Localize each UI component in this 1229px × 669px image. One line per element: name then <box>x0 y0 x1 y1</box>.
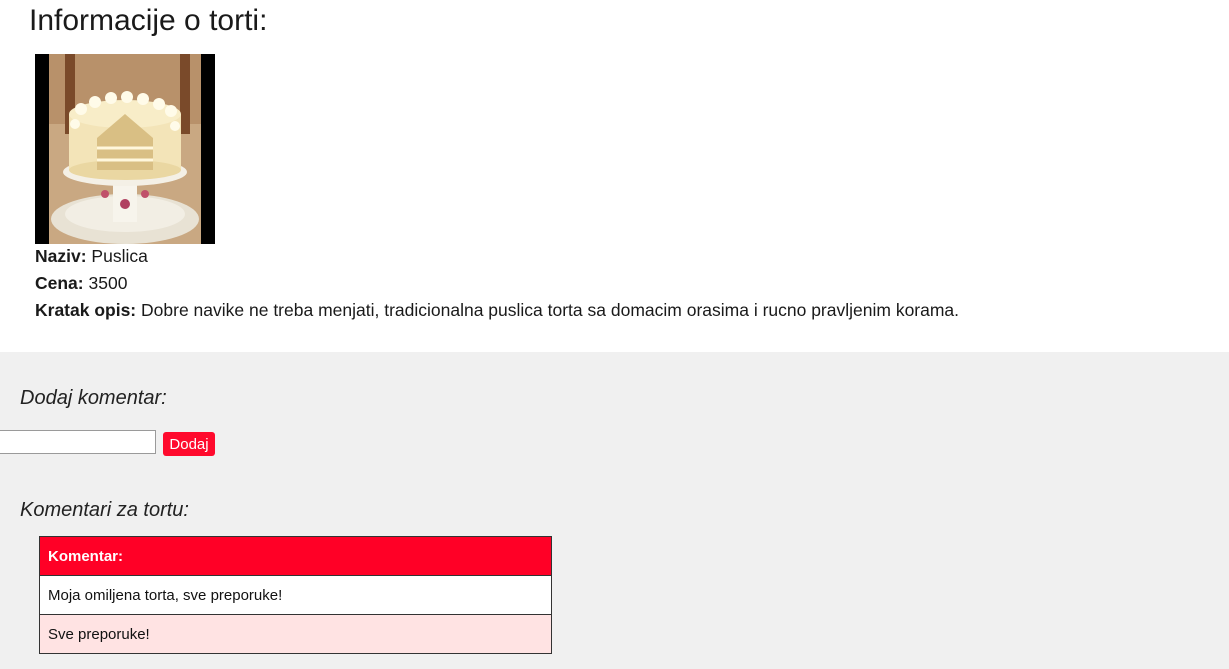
comment-cell: Sve preporuke! <box>39 614 552 654</box>
cake-image <box>35 54 215 244</box>
cake-info-section: Informacije o torti: Naziv: Puslica Cena… <box>0 0 1229 352</box>
comments-list-title: Komentari za tortu: <box>20 499 189 521</box>
comments-table: Komentar: Moja omiljena torta, sve prepo… <box>39 536 552 654</box>
comment-input[interactable] <box>0 430 156 454</box>
comments-table-header-row: Komentar: <box>39 536 552 576</box>
price-value: 3500 <box>88 273 128 293</box>
description-label: Kratak opis: <box>35 300 137 320</box>
add-comment-title: Dodaj komentar: <box>20 387 167 409</box>
name-value: Puslica <box>91 246 148 266</box>
cake-name-row: Naziv: Puslica <box>35 246 148 267</box>
price-label: Cena: <box>35 273 84 293</box>
name-label: Naziv: <box>35 246 87 266</box>
comments-section: Dodaj komentar: Dodaj Komentari za tortu… <box>0 352 1229 669</box>
comment-cell: Moja omiljena torta, sve preporuke! <box>39 575 552 615</box>
cake-price-row: Cena: 3500 <box>35 273 127 294</box>
add-comment-button[interactable]: Dodaj <box>163 432 215 456</box>
comments-column-header: Komentar: <box>39 536 552 576</box>
table-row: Moja omiljena torta, sve preporuke! <box>39 575 552 615</box>
page-title: Informacije o torti: <box>29 4 268 37</box>
cake-description-row: Kratak opis: Dobre navike ne treba menja… <box>35 300 959 321</box>
table-row: Sve preporuke! <box>39 614 552 654</box>
description-value: Dobre navike ne treba menjati, tradicion… <box>141 300 960 320</box>
